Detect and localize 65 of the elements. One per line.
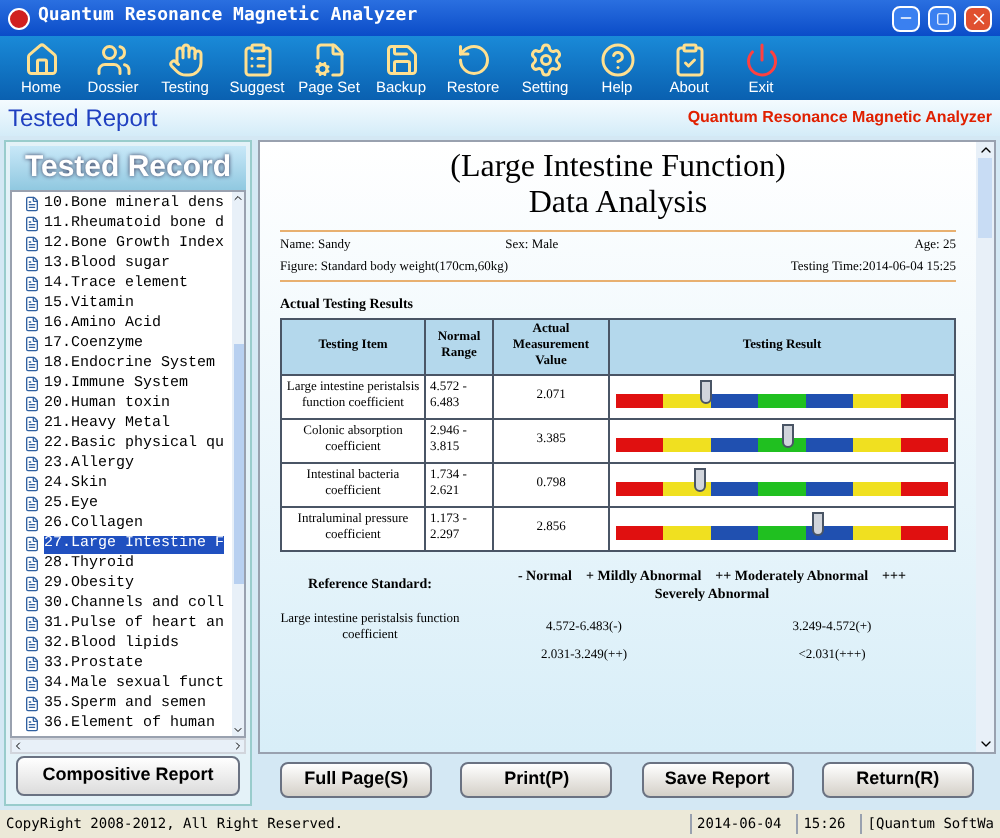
window-title: Quantum Resonance Magnetic Analyzer <box>38 4 420 31</box>
document-icon <box>24 476 40 492</box>
action-button[interactable]: Full Page(S) <box>280 762 433 798</box>
scroll-thumb[interactable] <box>978 158 992 238</box>
document-icon <box>24 716 40 732</box>
action-button[interactable]: Return(R) <box>821 762 974 798</box>
report-subtitle: Data Analysis <box>526 186 710 222</box>
document-icon <box>24 316 40 332</box>
scroll-up-icon <box>232 192 244 204</box>
document-icon <box>24 336 40 352</box>
document-icon <box>24 196 40 212</box>
document-icon <box>24 656 40 672</box>
scrollbar[interactable] <box>232 192 244 736</box>
clipboard-icon <box>239 41 275 77</box>
report-title: (Large Intestine Function) <box>448 150 788 186</box>
maximize-icon <box>935 11 949 25</box>
document-icon <box>24 296 40 312</box>
scroll-up-icon <box>977 142 993 158</box>
document-icon <box>24 376 40 392</box>
power-icon <box>743 41 779 77</box>
action-button[interactable]: Print(P) <box>460 762 613 798</box>
document-icon <box>24 236 40 252</box>
document-icon <box>24 276 40 292</box>
home-icon <box>23 41 59 77</box>
compositive-report-button[interactable]: Compositive Report <box>16 756 240 796</box>
rotate-icon <box>455 41 491 77</box>
document-icon <box>24 216 40 232</box>
action-button[interactable]: Save Report <box>641 762 794 798</box>
scrollbar[interactable] <box>976 142 994 752</box>
document-gear-icon <box>311 41 347 77</box>
horizontal-scrollbar[interactable] <box>10 738 246 754</box>
document-icon <box>24 356 40 372</box>
document-icon <box>24 256 40 272</box>
document-icon <box>24 696 40 712</box>
document-icon <box>24 676 40 692</box>
document-icon <box>24 576 40 592</box>
page-title: Tested Report <box>8 102 158 136</box>
document-icon <box>24 596 40 612</box>
settings-icon <box>527 41 563 77</box>
scroll-left-icon <box>12 740 24 752</box>
help-icon <box>599 41 635 77</box>
document-icon <box>24 536 40 552</box>
document-icon <box>24 436 40 452</box>
sidebar-title: Tested Record <box>10 146 246 190</box>
document-icon <box>24 636 40 652</box>
document-icon <box>24 556 40 572</box>
brand-label: Quantum Resonance Magnetic Analyzer <box>687 106 992 130</box>
clipboard-check-icon <box>671 41 707 77</box>
scroll-right-icon <box>232 740 244 752</box>
maximize-button[interactable] <box>928 5 956 31</box>
scroll-down-icon <box>977 736 993 752</box>
close-button[interactable] <box>964 5 992 31</box>
close-icon <box>969 9 987 27</box>
scroll-thumb[interactable] <box>233 344 243 584</box>
document-icon <box>24 516 40 532</box>
minimize-button[interactable] <box>892 5 920 31</box>
users-icon <box>95 41 131 77</box>
document-icon <box>24 416 40 432</box>
app-logo-icon <box>8 7 30 29</box>
hand-icon <box>167 41 203 77</box>
document-icon <box>24 616 40 632</box>
scroll-down-icon <box>232 724 244 736</box>
document-icon <box>24 396 40 412</box>
document-icon <box>24 456 40 472</box>
document-icon <box>24 496 40 512</box>
